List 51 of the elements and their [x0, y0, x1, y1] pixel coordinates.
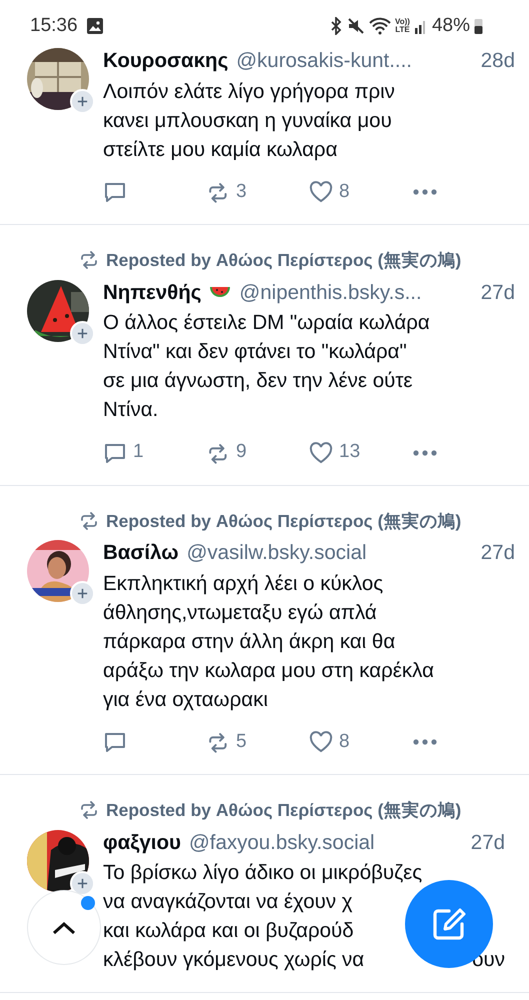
repost-count: 3: [236, 180, 247, 204]
image-icon: [86, 17, 104, 35]
battery-icon: [474, 17, 483, 35]
repost-label: Reposted by Αθώος Περίστερος (無実の鳩): [106, 249, 462, 272]
author-handle[interactable]: @nipenthis.bsky.s...: [239, 278, 422, 308]
chevron-up-icon: [52, 920, 76, 934]
author-handle[interactable]: @kurosakis-kunt....: [236, 46, 412, 77]
post-time[interactable]: 27d: [470, 828, 506, 858]
author-handle[interactable]: @faxyou.bsky.social: [188, 828, 375, 858]
author-name[interactable]: Κουροσακης: [103, 46, 228, 77]
reply-count: 1: [133, 440, 144, 464]
author-name[interactable]: φαξγιου: [103, 828, 181, 858]
repost-icon: [80, 512, 98, 530]
repost-icon: [80, 251, 98, 270]
repost-label: Reposted by Αθώος Περίστερος (無実の鳩): [106, 510, 462, 533]
status-time: 15:36: [30, 14, 78, 38]
battery-text: 48%: [432, 14, 470, 38]
author-name[interactable]: Βασίλω: [103, 538, 179, 569]
post-time[interactable]: 27d: [480, 278, 515, 308]
author-name[interactable]: Νηπενθής: [103, 278, 202, 308]
mute-icon: [347, 17, 365, 35]
more-icon[interactable]: [412, 448, 438, 456]
more-icon[interactable]: [412, 738, 438, 746]
like-icon[interactable]: [309, 442, 333, 464]
like-icon[interactable]: [309, 731, 333, 753]
network-label: LTE: [395, 26, 410, 34]
repost-count: 9: [236, 440, 247, 464]
like-count: 8: [339, 730, 350, 754]
wifi-icon: [369, 17, 391, 35]
reply-icon[interactable]: [103, 731, 127, 753]
repost-label: Reposted by Αθώος Περίστερος (無実の鳩): [106, 799, 462, 822]
post-card[interactable]: Κουροσακης @kurosakis-kunt.... 28d Λοιπόν ελάτε λίγο γρήγορα πριν κανει μπλουσκαη η γυναίκα μου στείλτε μου καμία κωλαρα 3 8: [0, 42, 529, 226]
reply-icon[interactable]: [103, 442, 127, 464]
post-text: Εκπληκτική αρχή λέει ο κύκλος άθλησης,ντωμεταξυ εγώ απλά πάρκαρα στην άλλη άκρη και θα αράξω την κωλαρα μου στη καρέκλα για ένα οχταωρακι: [103, 572, 434, 711]
like-count: 13: [339, 440, 360, 464]
repost-icon: [80, 801, 98, 820]
bluetooth-icon: [329, 17, 343, 35]
post-text: Το βρίσκω λίγο άδικο οι μικρόβυζες να αναγκάζονται να έχουν χ και κωλάρα και οι βυζαρούδ κλέβουν γκόμενους χωρίς να: [103, 861, 422, 972]
post-time[interactable]: 28d: [480, 46, 515, 77]
post-card[interactable]: Reposted by Αθώος Περίστερος (無実の鳩) Νηπενθής @nipenthis.bsky.s... 27d Ο άλλος έστειλε DM "ωραία κωλάρα Ντίνα" και δεν φτάνει το "κωλάρα" σε μια άγνωστη, δεν την λένε ούτε Ντίνα. 1 9 13: [0, 225, 529, 486]
post-text: Λοιπόν ελάτε λίγο γρήγορα πριν κανει μπλουσκαη η γυναίκα μου στείλτε μου καμία κωλαρα: [103, 80, 395, 161]
network-label: Vo)): [395, 18, 410, 26]
repost-count: 5: [236, 730, 247, 754]
post-text: Ο άλλος έστειλε DM "ωραία κωλάρα Ντίνα" και δεν φτάνει το "κωλάρα" σε μια άγνωστη, δεν την λένε ούτε Ντίνα.: [103, 311, 430, 422]
like-icon[interactable]: [309, 181, 333, 203]
signal-icon: [414, 18, 428, 34]
more-icon[interactable]: [412, 188, 438, 196]
like-count: 8: [339, 180, 350, 204]
reply-icon[interactable]: [103, 181, 127, 203]
author-handle[interactable]: @vasilw.bsky.social: [186, 538, 367, 569]
post-time[interactable]: 27d: [480, 538, 515, 569]
